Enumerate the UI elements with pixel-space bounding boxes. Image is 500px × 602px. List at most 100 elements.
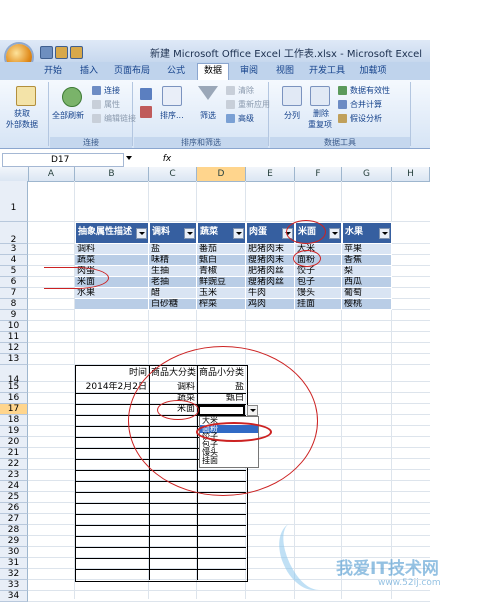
duplicates-label[interactable]: 重复项: [308, 119, 332, 130]
table-cell[interactable]: 老抽: [149, 277, 197, 288]
row-header[interactable]: 11: [0, 332, 28, 343]
row-header[interactable]: 31: [0, 558, 28, 569]
tab-developer[interactable]: 开发工具: [306, 64, 348, 78]
row-header[interactable]: 25: [0, 492, 28, 503]
sort-az-icon[interactable]: [140, 88, 152, 100]
table-cell[interactable]: 牛肉: [246, 288, 295, 299]
row-header[interactable]: 34: [0, 591, 28, 602]
row-header[interactable]: 20: [0, 437, 28, 448]
table-cell[interactable]: 肥猪肉末: [246, 244, 295, 255]
row-header[interactable]: 6: [0, 277, 28, 288]
row-header[interactable]: 24: [0, 481, 28, 492]
column-header[interactable]: E: [246, 167, 295, 181]
tab-data[interactable]: 数据: [197, 63, 229, 81]
what-if-button[interactable]: 假设分析: [350, 113, 382, 124]
row-header[interactable]: 17: [0, 404, 28, 415]
data-validation-button[interactable]: 数据有效性: [350, 85, 390, 96]
table-header-cell[interactable]: 水果: [342, 222, 392, 244]
row-header[interactable]: 4: [0, 255, 28, 266]
filter-dropdown-button[interactable]: [379, 228, 390, 239]
get-external-label[interactable]: 获取: [14, 108, 30, 119]
sort-button[interactable]: 排序...: [160, 110, 184, 121]
column-header[interactable]: C: [149, 167, 197, 181]
row-header[interactable]: 22: [0, 459, 28, 470]
table-cell[interactable]: 包子: [295, 277, 342, 288]
row-header[interactable]: 27: [0, 514, 28, 525]
row-header[interactable]: 32: [0, 569, 28, 580]
properties-button[interactable]: 属性: [104, 99, 120, 110]
advanced-button[interactable]: 高级: [238, 113, 254, 124]
text-to-columns-button[interactable]: 分列: [284, 110, 300, 121]
column-header[interactable]: H: [392, 167, 430, 181]
connections-button[interactable]: 连接: [104, 85, 120, 96]
external-data-label[interactable]: 外部数据: [6, 119, 38, 130]
edit-links-button[interactable]: 编辑链接: [104, 113, 136, 124]
tab-addins[interactable]: 加载项: [357, 64, 389, 78]
column-header[interactable]: D: [197, 167, 246, 181]
row-header[interactable]: 8: [0, 299, 28, 310]
row-header[interactable]: 28: [0, 525, 28, 536]
row-header[interactable]: 29: [0, 536, 28, 547]
table-header-cell[interactable]: 抽象属性描述: [75, 222, 149, 244]
reapply-button[interactable]: 重新应用: [238, 99, 270, 110]
tab-view[interactable]: 视图: [272, 64, 298, 78]
table-cell[interactable]: 西瓜: [342, 277, 392, 288]
filter-dropdown-button[interactable]: [184, 228, 195, 239]
row-header[interactable]: 33: [0, 580, 28, 591]
undo-icon[interactable]: [55, 46, 68, 59]
table-header-cell[interactable]: 调料: [149, 222, 197, 244]
table-cell[interactable]: 鸡肉: [246, 299, 295, 310]
select-all-corner[interactable]: [0, 167, 29, 181]
table-cell[interactable]: 鲜豌豆: [197, 277, 246, 288]
name-box[interactable]: D17: [2, 153, 124, 167]
row-header[interactable]: 26: [0, 503, 28, 514]
remove-label[interactable]: 删除: [313, 108, 329, 119]
table-cell[interactable]: [75, 299, 149, 310]
table-cell[interactable]: 葡萄: [342, 288, 392, 299]
row-header[interactable]: 23: [0, 470, 28, 481]
table-cell[interactable]: 盐: [149, 244, 197, 255]
table-cell[interactable]: 味精: [149, 255, 197, 266]
filter-dropdown-button[interactable]: [329, 228, 340, 239]
tab-page-layout[interactable]: 页面布局: [112, 64, 152, 78]
table-cell[interactable]: 水果: [75, 288, 149, 299]
tab-insert[interactable]: 插入: [76, 64, 102, 78]
table-cell[interactable]: 白砂糖: [149, 299, 197, 310]
table-cell[interactable]: 苹果: [342, 244, 392, 255]
table-cell[interactable]: 甄白: [197, 255, 246, 266]
row-header[interactable]: 14: [0, 365, 28, 385]
row-header[interactable]: 9: [0, 310, 28, 321]
table-cell[interactable]: 番茄: [197, 244, 246, 255]
row-header[interactable]: 1: [0, 181, 28, 222]
refresh-all-button[interactable]: 全部刷新: [52, 110, 84, 121]
table-cell[interactable]: 榨菜: [197, 299, 246, 310]
table-cell[interactable]: 调料: [75, 244, 149, 255]
table-cell[interactable]: 香蕉: [342, 255, 392, 266]
column-header[interactable]: G: [342, 167, 392, 181]
row-header[interactable]: 7: [0, 288, 28, 299]
row-header[interactable]: 3: [0, 244, 28, 255]
table-cell[interactable]: 瘦猪肉末: [246, 255, 295, 266]
table-cell[interactable]: 樱桃: [342, 299, 392, 310]
column-header[interactable]: F: [295, 167, 342, 181]
row-header[interactable]: 13: [0, 354, 28, 365]
tab-review[interactable]: 审阅: [236, 64, 262, 78]
filter-dropdown-button[interactable]: [233, 228, 244, 239]
row-header[interactable]: 18: [0, 415, 28, 426]
row-header[interactable]: 16: [0, 393, 28, 404]
table-header-cell[interactable]: 蔬菜: [197, 222, 246, 244]
clear-button[interactable]: 清除: [238, 85, 254, 96]
row-header[interactable]: 5: [0, 266, 28, 277]
row-header[interactable]: 19: [0, 426, 28, 437]
filter-dropdown-button[interactable]: [136, 228, 147, 239]
column-header[interactable]: A: [28, 167, 75, 181]
redo-icon[interactable]: [70, 46, 83, 59]
column-header[interactable]: B: [75, 167, 149, 181]
table-cell[interactable]: 青椒: [197, 266, 246, 277]
table-cell[interactable]: 瘦猪肉丝: [246, 277, 295, 288]
sort-za-icon[interactable]: [140, 106, 152, 118]
table-cell[interactable]: 生抽: [149, 266, 197, 277]
table-cell[interactable]: 挂面: [295, 299, 342, 310]
tab-home[interactable]: 开始: [40, 64, 66, 78]
table-cell[interactable]: 蔬菜: [75, 255, 149, 266]
